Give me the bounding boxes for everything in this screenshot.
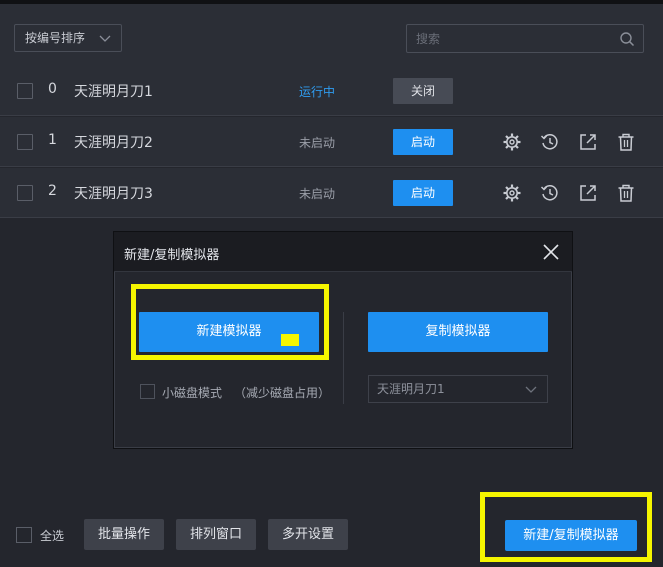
search-input[interactable]	[407, 25, 607, 52]
search-icon[interactable]	[619, 31, 635, 47]
row-checkbox[interactable]	[17, 185, 33, 201]
row-index: 2	[48, 183, 57, 199]
trash-icon[interactable]	[616, 183, 636, 203]
small-disk-checkbox[interactable]	[140, 384, 155, 399]
copy-emulator-button[interactable]: 复制模拟器	[368, 312, 548, 352]
multi-settings-button[interactable]: 多开设置	[268, 519, 348, 550]
row-name: 天涯明月刀3	[74, 186, 153, 202]
row-name: 天涯明月刀1	[74, 84, 153, 100]
chevron-down-icon	[99, 35, 111, 42]
status-badge: 未启动	[299, 136, 336, 150]
gear-icon[interactable]	[502, 183, 522, 203]
highlight-marker	[281, 334, 299, 346]
table-row[interactable]: 2 天涯明月刀3 未启动 启动	[0, 168, 663, 218]
close-icon[interactable]	[542, 243, 560, 261]
sort-select[interactable]: 按编号排序	[14, 24, 122, 52]
highlight-frame	[131, 284, 329, 360]
row-index: 0	[48, 81, 57, 97]
batch-button[interactable]: 批量操作	[84, 519, 164, 550]
close-button[interactable]: 关闭	[393, 78, 453, 104]
export-icon[interactable]	[578, 132, 598, 152]
status-badge: 运行中	[299, 85, 336, 99]
dialog-header: 新建/复制模拟器	[114, 232, 572, 272]
search-box[interactable]	[406, 24, 644, 53]
gear-icon[interactable]	[502, 132, 522, 152]
chevron-down-icon	[525, 386, 537, 393]
table-row[interactable]: 1 天涯明月刀2 未启动 启动	[0, 117, 663, 167]
history-icon[interactable]	[540, 183, 560, 203]
select-all-label: 全选	[40, 529, 65, 543]
row-checkbox[interactable]	[17, 83, 33, 99]
start-button[interactable]: 启动	[393, 129, 453, 155]
row-index: 1	[48, 132, 57, 148]
status-badge: 未启动	[299, 187, 336, 201]
select-all-checkbox[interactable]	[16, 527, 32, 543]
history-icon[interactable]	[540, 132, 560, 152]
start-button[interactable]: 启动	[393, 180, 453, 206]
row-name: 天涯明月刀2	[74, 135, 153, 151]
copy-source-value: 天涯明月刀1	[377, 382, 445, 396]
trash-icon[interactable]	[616, 132, 636, 152]
copy-source-select[interactable]: 天涯明月刀1	[368, 375, 548, 403]
arrange-windows-button[interactable]: 排列窗口	[176, 519, 256, 550]
table-row[interactable]: 0 天涯明月刀1 运行中 关闭	[0, 66, 663, 116]
dialog-divider	[343, 312, 344, 404]
row-checkbox[interactable]	[17, 134, 33, 150]
highlight-frame	[480, 492, 652, 562]
small-disk-note: （减少磁盘占用）	[234, 386, 331, 400]
export-icon[interactable]	[578, 183, 598, 203]
toolbar: 按编号排序	[0, 4, 663, 66]
small-disk-label: 小磁盘模式	[162, 386, 223, 400]
sort-select-label: 按编号排序	[25, 31, 86, 45]
dialog-title: 新建/复制模拟器	[124, 248, 220, 263]
